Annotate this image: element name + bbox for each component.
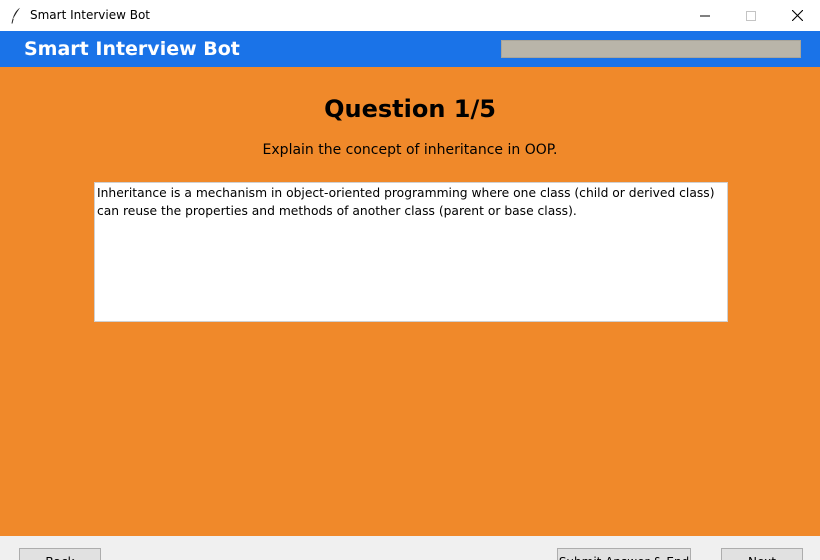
progress-bar (501, 40, 801, 58)
app-header: Smart Interview Bot (0, 31, 820, 67)
window-titlebar: Smart Interview Bot (0, 0, 820, 31)
maximize-button[interactable] (728, 0, 774, 31)
submit-end-button[interactable]: Submit Answer & End (557, 548, 691, 560)
feather-icon (11, 7, 21, 24)
question-panel: Question 1/5 Explain the concept of inhe… (0, 67, 820, 536)
back-button[interactable]: Back (19, 548, 101, 560)
question-heading: Question 1/5 (324, 95, 496, 123)
minimize-button[interactable] (682, 0, 728, 31)
question-text: Explain the concept of inheritance in OO… (262, 142, 558, 158)
button-bar: Back Submit Answer & End Next (0, 536, 820, 560)
maximize-icon (746, 10, 756, 21)
close-button[interactable] (774, 0, 820, 31)
window-title: Smart Interview Bot (30, 8, 151, 22)
answer-textarea[interactable] (94, 182, 728, 322)
next-button[interactable]: Next (721, 548, 803, 560)
close-icon (791, 10, 803, 21)
minimize-icon (700, 15, 710, 16)
app-brand: Smart Interview Bot (24, 38, 240, 60)
